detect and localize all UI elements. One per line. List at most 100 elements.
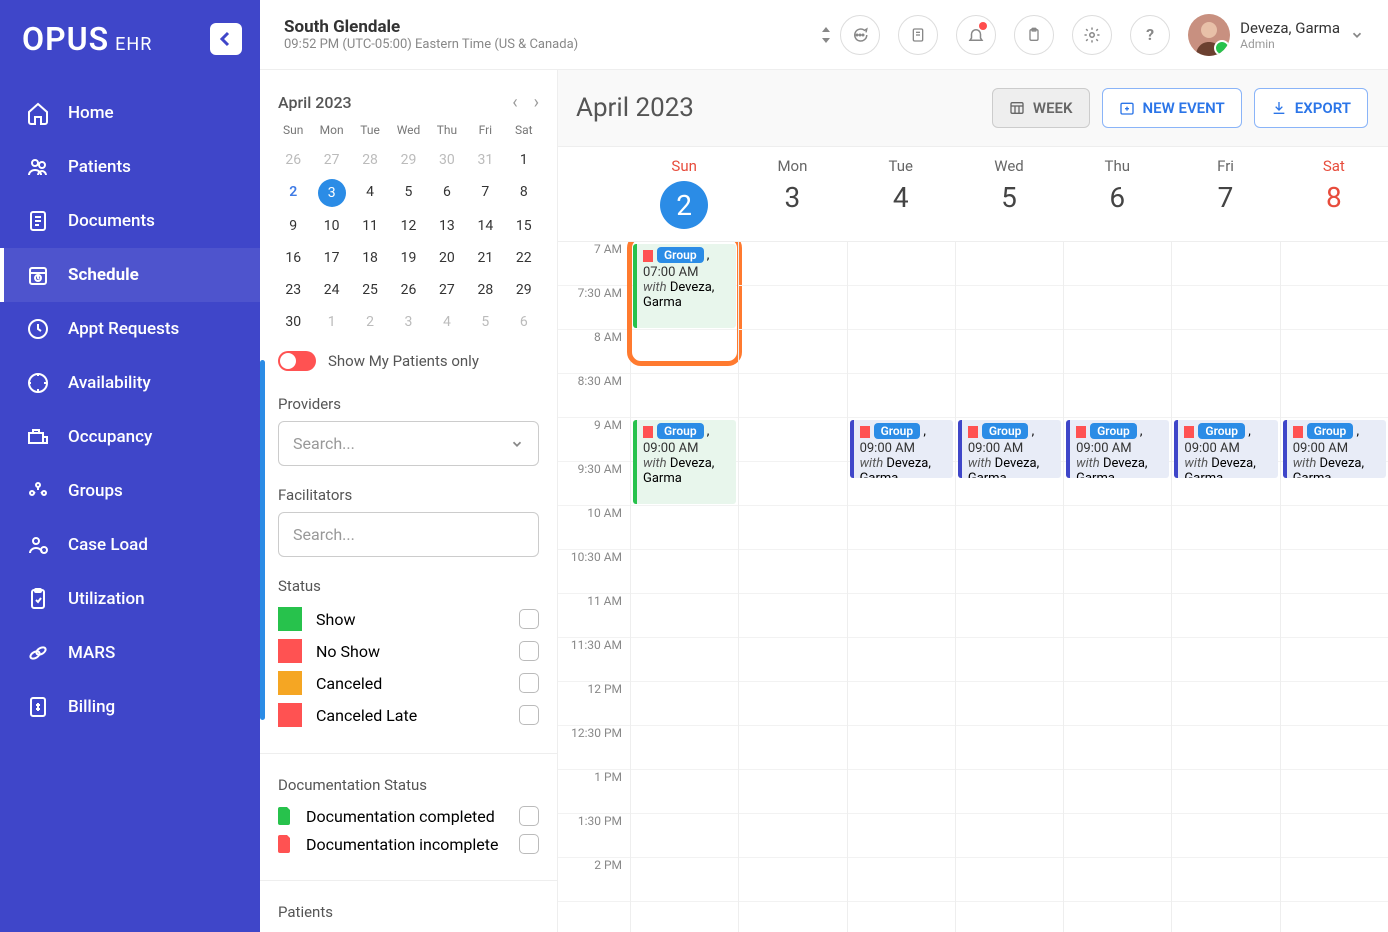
mini-cal-day[interactable]: 19: [389, 245, 427, 271]
day-column[interactable]: Group ,07:00 AMwith Deveza, Garma Group ,…: [630, 242, 738, 932]
mini-cal-day[interactable]: 20: [428, 245, 466, 271]
mini-cal-day[interactable]: 8: [505, 179, 543, 207]
view-week-button[interactable]: WEEK: [992, 88, 1090, 128]
show-my-patients-toggle[interactable]: [278, 351, 316, 371]
sidebar-item-occupancy[interactable]: Occupancy: [0, 410, 260, 464]
sidebar-item-utilization[interactable]: Utilization: [0, 572, 260, 626]
doc-status-checkbox[interactable]: [519, 834, 539, 854]
day-column[interactable]: Group ,09:00 AMwith Deveza, Garma: [1171, 242, 1279, 932]
mini-cal-day[interactable]: 3: [318, 179, 346, 207]
mini-cal-day[interactable]: 29: [505, 277, 543, 303]
mini-cal-day[interactable]: 7: [466, 179, 504, 207]
mini-cal-day[interactable]: 9: [274, 213, 312, 239]
providers-select[interactable]: Search...: [278, 421, 539, 466]
mini-cal-day[interactable]: 13: [428, 213, 466, 239]
sidebar-item-appt-requests[interactable]: Appt Requests: [0, 302, 260, 356]
mini-cal-day[interactable]: 25: [351, 277, 389, 303]
status-checkbox[interactable]: [519, 673, 539, 693]
notes-icon[interactable]: [898, 15, 938, 55]
day-column[interactable]: Group ,09:00 AMwith Deveza, Garma: [1063, 242, 1171, 932]
export-button[interactable]: EXPORT: [1254, 88, 1368, 128]
mini-cal-dow: Wed: [389, 123, 427, 141]
mini-cal-day[interactable]: 30: [274, 309, 312, 335]
notifications-icon[interactable]: [956, 15, 996, 55]
mini-cal-day[interactable]: 22: [505, 245, 543, 271]
calendar-event[interactable]: Group ,09:00 AMwith Deveza, Garma: [850, 420, 953, 478]
mini-cal-day[interactable]: 26: [389, 277, 427, 303]
mini-cal-day[interactable]: 12: [389, 213, 427, 239]
sidebar-item-label: Availability: [68, 373, 151, 393]
mini-cal-day[interactable]: 28: [351, 147, 389, 173]
mini-cal-day[interactable]: 16: [274, 245, 312, 271]
user-menu[interactable]: Deveza, Garma Admin: [1188, 14, 1364, 56]
mini-cal-day[interactable]: 4: [351, 179, 389, 207]
mini-cal-day[interactable]: 30: [428, 147, 466, 173]
calendar-event[interactable]: Group ,09:00 AMwith Deveza, Garma: [958, 420, 1061, 478]
sidebar-item-case-load[interactable]: Case Load: [0, 518, 260, 572]
sidebar-item-patients[interactable]: Patients: [0, 140, 260, 194]
sidebar-item-documents[interactable]: Documents: [0, 194, 260, 248]
status-checkbox[interactable]: [519, 641, 539, 661]
dow-header[interactable]: Tue4: [847, 147, 955, 241]
mini-cal-day[interactable]: 5: [466, 309, 504, 335]
clipboard-icon[interactable]: [1014, 15, 1054, 55]
mini-cal-day[interactable]: 3: [389, 309, 427, 335]
mini-cal-day[interactable]: 17: [312, 245, 350, 271]
mini-cal-day[interactable]: 2: [351, 309, 389, 335]
calendar-event[interactable]: Group ,07:00 AMwith Deveza, Garma: [633, 244, 736, 328]
mini-cal-day[interactable]: 10: [312, 213, 350, 239]
mini-cal-day[interactable]: 15: [505, 213, 543, 239]
mini-cal-day[interactable]: 1: [312, 309, 350, 335]
sidebar-item-schedule[interactable]: Schedule: [0, 248, 260, 302]
sidebar-item-mars[interactable]: MARS: [0, 626, 260, 680]
status-checkbox[interactable]: [519, 705, 539, 725]
dow-header[interactable]: Sat8: [1280, 147, 1388, 241]
mini-cal-day[interactable]: 6: [505, 309, 543, 335]
mini-cal-day[interactable]: 11: [351, 213, 389, 239]
messages-icon[interactable]: [840, 15, 880, 55]
sidebar-item-availability[interactable]: Availability: [0, 356, 260, 410]
dow-header[interactable]: Wed5: [955, 147, 1063, 241]
mini-cal-day[interactable]: 28: [466, 277, 504, 303]
calendar-event[interactable]: Group ,09:00 AMwith Deveza, Garma: [633, 420, 736, 504]
mini-cal-day[interactable]: 26: [274, 147, 312, 173]
mini-cal-day[interactable]: 27: [428, 277, 466, 303]
mini-cal-day[interactable]: 6: [428, 179, 466, 207]
day-column[interactable]: Group ,09:00 AMwith Deveza, Garma: [955, 242, 1063, 932]
day-column[interactable]: [738, 242, 846, 932]
sidebar-collapse-button[interactable]: [210, 23, 242, 55]
day-column[interactable]: Group ,09:00 AMwith Deveza, Garma: [847, 242, 955, 932]
new-event-button[interactable]: NEW EVENT: [1102, 88, 1242, 128]
settings-icon[interactable]: [1072, 15, 1112, 55]
sidebar-item-groups[interactable]: Groups: [0, 464, 260, 518]
calendar-event[interactable]: Group ,09:00 AMwith Deveza, Garma: [1283, 420, 1386, 478]
status-checkbox[interactable]: [519, 609, 539, 629]
mini-cal-day[interactable]: 27: [312, 147, 350, 173]
mini-cal-day[interactable]: 5: [389, 179, 427, 207]
dow-header[interactable]: Mon3: [738, 147, 846, 241]
calendar-event[interactable]: Group ,09:00 AMwith Deveza, Garma: [1066, 420, 1169, 478]
calendar-event[interactable]: Group ,09:00 AMwith Deveza, Garma: [1174, 420, 1277, 478]
dow-header[interactable]: Thu6: [1063, 147, 1171, 241]
mini-cal-day[interactable]: 1: [505, 147, 543, 173]
help-icon[interactable]: ?: [1130, 15, 1170, 55]
day-column[interactable]: Group ,09:00 AMwith Deveza, Garma: [1280, 242, 1388, 932]
doc-status-checkbox[interactable]: [519, 806, 539, 826]
mini-cal-day[interactable]: 29: [389, 147, 427, 173]
mini-cal-day[interactable]: 24: [312, 277, 350, 303]
mini-cal-day[interactable]: 4: [428, 309, 466, 335]
dow-header[interactable]: Sun2: [630, 147, 738, 241]
facilitators-input[interactable]: [278, 512, 539, 557]
mini-cal-day[interactable]: 21: [466, 245, 504, 271]
dow-header[interactable]: Fri7: [1171, 147, 1279, 241]
mini-cal-day[interactable]: 31: [466, 147, 504, 173]
mini-cal-prev[interactable]: ‹: [512, 92, 517, 113]
sidebar-item-home[interactable]: Home: [0, 86, 260, 140]
mini-cal-day[interactable]: 18: [351, 245, 389, 271]
mini-cal-next[interactable]: ›: [534, 92, 539, 113]
sidebar-item-billing[interactable]: Billing: [0, 680, 260, 734]
mini-cal-day[interactable]: 23: [274, 277, 312, 303]
location-switcher[interactable]: [816, 27, 832, 43]
mini-cal-day[interactable]: 14: [466, 213, 504, 239]
mini-cal-day[interactable]: 2: [274, 179, 312, 207]
